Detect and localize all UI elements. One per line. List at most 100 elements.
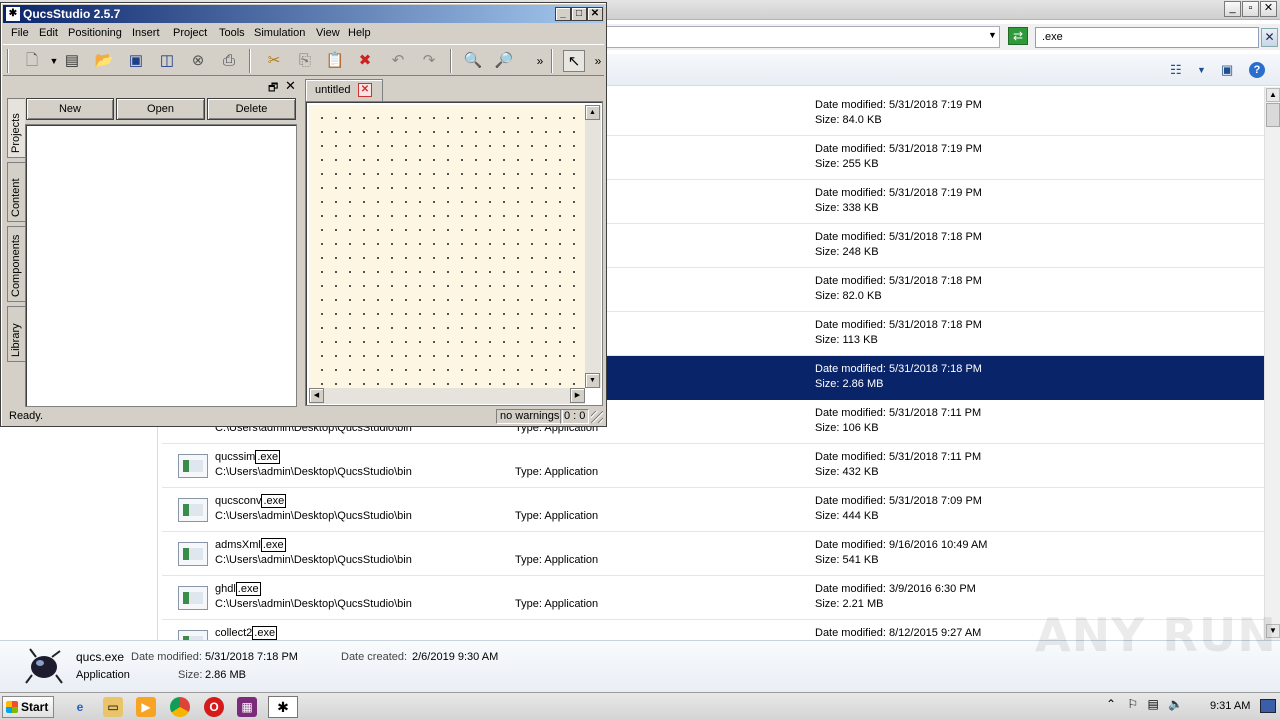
zoom-actual-icon[interactable]: 🔎	[493, 50, 515, 72]
result-name: ghdl .exe	[215, 582, 261, 596]
winrar-icon[interactable]: ▦	[237, 697, 257, 717]
project-list[interactable]	[25, 124, 297, 407]
zoom-fit-icon[interactable]: 🔍	[462, 50, 484, 72]
show-desktop-button[interactable]	[1260, 699, 1276, 713]
toolbar-overflow-icon[interactable]: »	[587, 50, 609, 72]
address-field[interactable]	[600, 26, 1000, 48]
delete-icon[interactable]: ✖	[354, 50, 376, 72]
qucs-window: ✱ QucsStudio 2.5.7 _ □ ✕ File Edit Posit…	[0, 2, 607, 427]
result-path: C:\Users\admin\Desktop\QucsStudio\bin	[215, 510, 412, 522]
result-size: Size: 106 KB	[815, 422, 879, 434]
flag-icon[interactable]: ⚐	[1127, 697, 1138, 711]
scrollbar-thumb[interactable]	[1266, 103, 1280, 127]
minimize-button[interactable]: _	[555, 7, 571, 21]
menu-project[interactable]: Project	[173, 27, 207, 39]
scroll-down-icon[interactable]: ▼	[585, 373, 600, 388]
clock[interactable]: 9:31 AM	[1210, 700, 1250, 712]
menu-view[interactable]: View	[316, 27, 340, 39]
application-file-icon	[178, 630, 208, 640]
view-options-icon[interactable]: ☷	[1170, 62, 1182, 78]
chevron-down-icon[interactable]: ▼	[988, 30, 997, 40]
result-row[interactable]: qucsconv .exe C:\Users\admin\Desktop\QucsS…	[162, 488, 1264, 532]
chrome-icon[interactable]	[170, 697, 190, 717]
close-tab-icon[interactable]: ✕	[358, 83, 372, 97]
resize-grip[interactable]	[591, 411, 603, 423]
volume-icon[interactable]: 🔈	[1168, 697, 1183, 711]
close-dock-icon[interactable]: ✕	[285, 78, 296, 94]
menu-file[interactable]: File	[11, 27, 29, 39]
search-input[interactable]: .exe	[1035, 27, 1259, 48]
menu-simulation[interactable]: Simulation	[254, 27, 305, 39]
details-filename: qucs.exe	[76, 650, 125, 664]
application-file-icon	[178, 454, 208, 478]
new-project-button[interactable]: New	[26, 98, 114, 120]
save-all-icon[interactable]: ◫	[156, 50, 178, 72]
scroll-left-icon[interactable]: ◀	[309, 388, 324, 403]
chevron-down-icon[interactable]: ▼	[1197, 62, 1206, 78]
undo-icon[interactable]: ↶	[387, 50, 409, 72]
paste-icon[interactable]: 📋	[324, 50, 346, 72]
help-icon[interactable]: ?	[1249, 62, 1265, 78]
select-arrow-icon[interactable]: ↖	[563, 50, 585, 72]
close-button[interactable]: ✕	[587, 7, 603, 21]
menu-edit[interactable]: Edit	[39, 27, 58, 39]
close-document-icon[interactable]: ⊗	[187, 50, 209, 72]
result-size: Size: 432 KB	[815, 466, 879, 478]
print-icon[interactable]: ⎙	[218, 50, 240, 72]
tab-projects[interactable]: Projects	[7, 98, 25, 158]
save-icon[interactable]: ▣	[125, 50, 147, 72]
tab-content[interactable]: Content	[7, 162, 25, 222]
menu-help[interactable]: Help	[348, 27, 371, 39]
scroll-right-icon[interactable]: ▶	[570, 388, 585, 403]
start-button[interactable]: Start	[2, 696, 54, 718]
result-name-stem: qucsconv	[215, 495, 262, 507]
menu-tools[interactable]: Tools	[219, 27, 245, 39]
minimize-button[interactable]: _	[1224, 1, 1241, 17]
network-icon[interactable]: ▤	[1148, 697, 1159, 711]
result-row[interactable]: qucssim .exe C:\Users\admin\Desktop\QucsSt…	[162, 444, 1264, 488]
media-player-icon[interactable]: ▶	[136, 697, 156, 717]
result-size: Size: 2.86 MB	[815, 378, 884, 390]
schematic-canvas[interactable]	[309, 105, 585, 388]
copy-icon[interactable]: ⎘	[294, 50, 316, 72]
result-path: C:\Users\admin\Desktop\QucsStudio\bin	[215, 554, 412, 566]
toolbar-overflow-icon[interactable]: »	[529, 50, 551, 72]
cut-icon[interactable]: ✂	[263, 50, 285, 72]
tab-library[interactable]: Library	[7, 306, 25, 362]
tray-expand-icon[interactable]: ⌃	[1106, 697, 1116, 711]
float-dock-icon[interactable]: 🗗	[268, 79, 278, 98]
result-row[interactable]: admsXml .exe C:\Users\admin\Desktop\QucsSt…	[162, 532, 1264, 576]
scroll-up-icon[interactable]: ▲	[585, 105, 600, 120]
scroll-up-icon[interactable]: ▲	[1266, 88, 1280, 102]
preview-pane-icon[interactable]: ▣	[1221, 62, 1233, 78]
redo-icon[interactable]: ↷	[418, 50, 440, 72]
menu-insert[interactable]: Insert	[132, 27, 160, 39]
folder-icon[interactable]: ▭	[103, 697, 123, 717]
result-date: Date modified: 5/31/2018 7:18 PM	[815, 319, 982, 331]
clear-search-icon[interactable]: ✕	[1261, 28, 1278, 47]
delete-project-button[interactable]: Delete	[207, 98, 296, 120]
open-folder-icon[interactable]: 📂	[93, 50, 115, 72]
open-project-button[interactable]: Open	[116, 98, 205, 120]
refresh-icon[interactable]: ⇄	[1008, 27, 1028, 45]
tab-components[interactable]: Components	[7, 226, 25, 302]
taskbar-qucs-icon[interactable]: ✱	[268, 696, 298, 718]
details-modified-value: 5/31/2018 7:18 PM	[205, 651, 298, 663]
canvas-vertical-scrollbar[interactable]: ▲ ▼	[585, 105, 601, 388]
status-bar: Ready. no warnings 0 : 0	[3, 408, 604, 426]
maximize-button[interactable]: □	[571, 7, 587, 21]
maximize-button[interactable]: ▫	[1242, 1, 1259, 17]
menu-positioning[interactable]: Positioning	[68, 27, 122, 39]
result-name-stem: admsXml	[215, 539, 261, 551]
vertical-scrollbar[interactable]: ▲ ▼	[1264, 87, 1280, 640]
new-document-icon[interactable]: 🗋	[21, 50, 43, 72]
opera-icon[interactable]: O	[204, 697, 224, 717]
tab-untitled[interactable]: untitled ✕	[305, 79, 383, 101]
ie-icon[interactable]: e	[70, 697, 90, 717]
result-size: Size: 2.21 MB	[815, 598, 884, 610]
canvas-horizontal-scrollbar[interactable]: ◀ ▶	[309, 388, 585, 404]
close-button[interactable]: ✕	[1260, 1, 1277, 17]
tab-library-label: Library	[10, 323, 22, 357]
new-text-icon[interactable]: ▤	[61, 50, 83, 72]
toolbar-separator	[249, 49, 251, 73]
